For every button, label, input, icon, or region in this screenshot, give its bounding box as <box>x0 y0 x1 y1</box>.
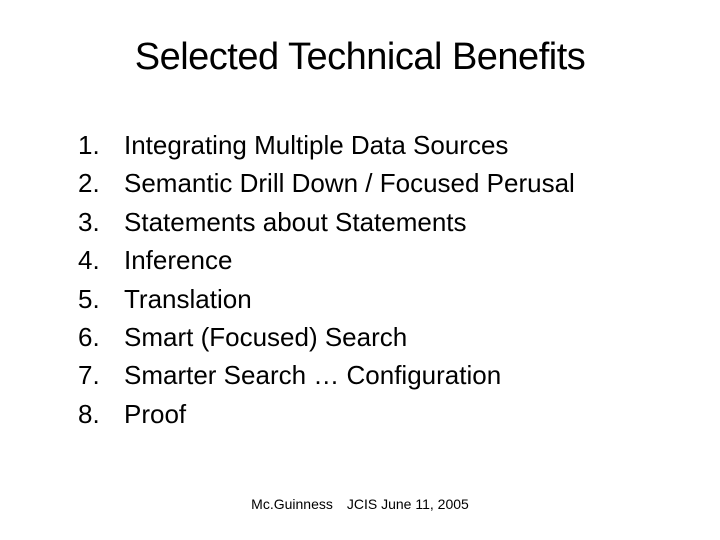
list-number: 8. <box>78 396 124 432</box>
numbered-list: 1. Integrating Multiple Data Sources 2. … <box>50 127 670 432</box>
list-number: 5. <box>78 281 124 317</box>
list-text: Translation <box>124 281 670 317</box>
list-number: 6. <box>78 319 124 355</box>
list-number: 3. <box>78 204 124 240</box>
slide-title: Selected Technical Benefits <box>50 36 670 79</box>
slide-footer: Mc.Guinness JCIS June 11, 2005 <box>0 496 720 512</box>
list-text: Inference <box>124 242 670 278</box>
list-text: Statements about Statements <box>124 204 670 240</box>
footer-author: Mc.Guinness <box>251 496 333 512</box>
list-item: 2. Semantic Drill Down / Focused Perusal <box>78 165 670 201</box>
list-item: 4. Inference <box>78 242 670 278</box>
list-text: Smarter Search … Configuration <box>124 357 670 393</box>
list-item: 7. Smarter Search … Configuration <box>78 357 670 393</box>
list-number: 2. <box>78 165 124 201</box>
list-item: 5. Translation <box>78 281 670 317</box>
slide: Selected Technical Benefits 1. Integrati… <box>0 0 720 540</box>
list-number: 1. <box>78 127 124 163</box>
list-text: Smart (Focused) Search <box>124 319 670 355</box>
list-text: Integrating Multiple Data Sources <box>124 127 670 163</box>
list-item: 8. Proof <box>78 396 670 432</box>
list-item: 6. Smart (Focused) Search <box>78 319 670 355</box>
list-text: Semantic Drill Down / Focused Perusal <box>124 165 670 201</box>
list-item: 3. Statements about Statements <box>78 204 670 240</box>
list-number: 4. <box>78 242 124 278</box>
footer-event: JCIS June 11, 2005 <box>347 496 469 512</box>
list-item: 1. Integrating Multiple Data Sources <box>78 127 670 163</box>
list-text: Proof <box>124 396 670 432</box>
list-number: 7. <box>78 357 124 393</box>
